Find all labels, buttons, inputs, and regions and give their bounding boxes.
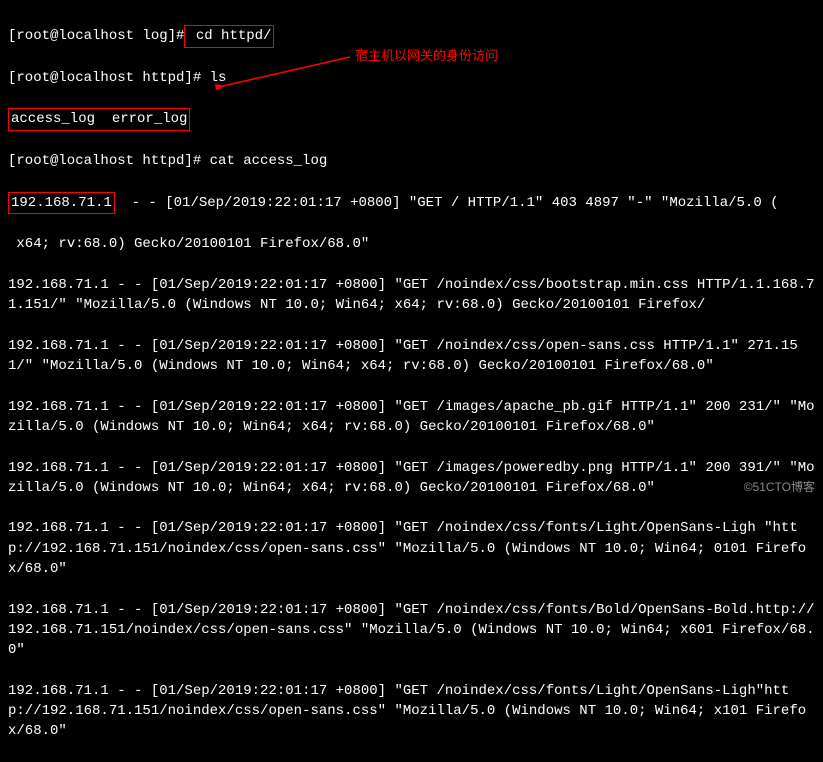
highlight-cmd-cd: cd httpd/ <box>184 25 274 47</box>
shell-prompt: [root@localhost httpd]# <box>8 70 201 86</box>
log-line-6: 192.168.71.1 - - [01/Sep/2019:22:01:17 +… <box>8 518 815 579</box>
terminal-output: [root@localhost log]# cd httpd/ [root@lo… <box>8 5 815 762</box>
log-line-3: 192.168.71.1 - - [01/Sep/2019:22:01:17 +… <box>8 336 815 377</box>
log-line-4: 192.168.71.1 - - [01/Sep/2019:22:01:17 +… <box>8 397 815 438</box>
log-line-7: 192.168.71.1 - - [01/Sep/2019:22:01:17 +… <box>8 600 815 661</box>
highlight-ls-output: access_log error_log <box>8 108 190 130</box>
log-line-8: 192.168.71.1 - - [01/Sep/2019:22:01:17 +… <box>8 681 815 742</box>
cmd-text: cat access_log <box>201 153 327 169</box>
log-text: - - [01/Sep/2019:22:01:17 +0800] "GET / … <box>115 195 779 211</box>
log-line-1b: x64; rv:68.0) Gecko/20100101 Firefox/68.… <box>8 234 815 254</box>
cmd-text: ls <box>201 70 226 86</box>
log-line-2: 192.168.71.1 - - [01/Sep/2019:22:01:17 +… <box>8 275 815 316</box>
shell-prompt: [root@localhost httpd]# <box>8 153 201 169</box>
log-line-1: 192.168.71.1 - - [01/Sep/2019:22:01:17 +… <box>8 192 815 214</box>
watermark-text: ©51CTO博客 <box>744 479 815 496</box>
highlight-ip: 192.168.71.1 <box>8 192 115 214</box>
prompt-line-3: [root@localhost httpd]# cat access_log <box>8 151 815 171</box>
ls-output-line: access_log error_log <box>8 108 815 130</box>
prompt-line-1: [root@localhost log]# cd httpd/ <box>8 25 815 47</box>
log-line-5: 192.168.71.1 - - [01/Sep/2019:22:01:17 +… <box>8 458 815 499</box>
prompt-line-2: [root@localhost httpd]# ls <box>8 68 815 88</box>
shell-prompt: [root@localhost log]# <box>8 28 184 44</box>
